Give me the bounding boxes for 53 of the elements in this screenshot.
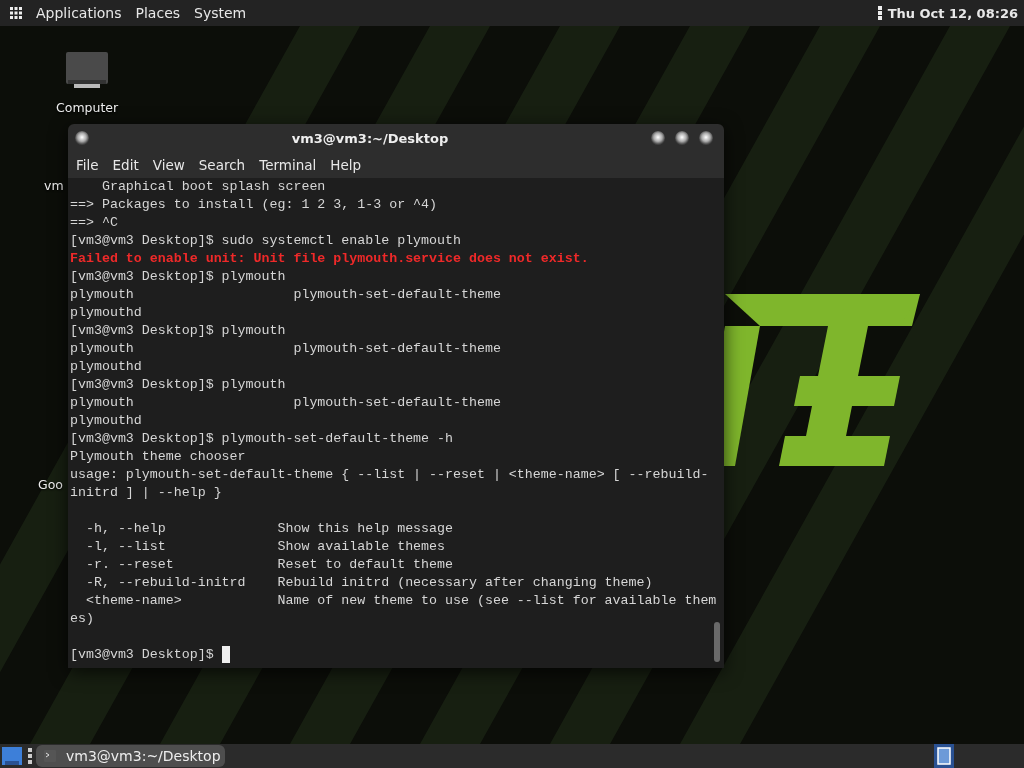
terminal-line: -R, --rebuild-initrd Rebuild initrd (necessary after changing theme): [84, 575, 653, 590]
window-button-icon[interactable]: [674, 130, 690, 146]
apps-grid-icon[interactable]: [10, 7, 22, 19]
terminal-line: [vm3@vm3 Desktop]$ plymouth: [70, 269, 286, 284]
terminal-line: [vm3@vm3 Desktop]$: [70, 647, 215, 662]
clock[interactable]: Thu Oct 12, 08:26: [887, 5, 1018, 21]
window-title: vm3@vm3:~/Desktop: [291, 130, 449, 146]
terminal-line: ==> ^C: [70, 215, 118, 230]
top-menu[interactable]: Places: [135, 5, 181, 21]
menu-item[interactable]: Terminal: [259, 157, 317, 173]
computer-icon[interactable]: [66, 52, 109, 90]
terminal-line: Plymouth theme chooser: [70, 449, 246, 464]
terminal-line: [vm3@vm3 Desktop]$ sudo systemctl enable plymouth: [70, 233, 461, 248]
top-menu[interactable]: System: [194, 5, 247, 21]
menu-item[interactable]: File: [76, 157, 99, 173]
scrollbar-thumb[interactable]: [714, 622, 720, 662]
desktop-icon-label[interactable]: Goo: [38, 477, 63, 492]
terminal-line: -l, --list Show available themes: [84, 539, 446, 554]
vertical-dots-icon[interactable]: [877, 6, 882, 20]
top-menu[interactable]: Applications: [36, 5, 122, 21]
terminal-line: plymouth plymouth-set-default-theme: [70, 287, 501, 302]
window-button-icon[interactable]: [74, 130, 90, 146]
terminal-line: [vm3@vm3 Desktop]$ plymouth: [70, 377, 286, 392]
terminal-line: [vm3@vm3 Desktop]$ plymouth-set-default-theme -h: [70, 431, 453, 446]
terminal-line: <theme-name> Name of new theme to use (see --list for available them: [84, 593, 717, 608]
terminal-line: -h, --help Show this help message: [84, 521, 453, 536]
error-line: Failed to enable unit: Unit file plymouth.service does not exist.: [70, 251, 589, 266]
taskbar-task[interactable]: vm3@vm3:~/Desktop: [36, 745, 225, 767]
terminal-line: plymouth plymouth-set-default-theme: [70, 341, 501, 356]
terminal-line: plymouthd: [70, 413, 142, 428]
terminal-line: plymouth plymouth-set-default-theme: [70, 395, 501, 410]
window-button-icon[interactable]: [650, 130, 666, 146]
terminal-line: [vm3@vm3 Desktop]$ plymouth: [70, 323, 286, 338]
text-cursor: [221, 646, 230, 663]
menu-item[interactable]: Edit: [112, 157, 139, 173]
terminal-line: ==> Packages to install (eg: 1 2 3, 1-3 or ^4): [70, 197, 438, 212]
terminal-line: usage: plymouth-set-default-theme { --list | --reset | <theme-name> [ --rebuild-: [70, 467, 709, 482]
window-button-icon[interactable]: [698, 130, 714, 146]
desktop-icon-label[interactable]: Computer: [56, 100, 119, 115]
workspace-switcher[interactable]: [934, 744, 954, 768]
terminal-line: plymouthd: [70, 359, 142, 374]
terminal-line: es): [70, 611, 94, 626]
terminal-line: plymouthd: [70, 305, 142, 320]
desktop-icon-label[interactable]: vm: [44, 178, 64, 193]
terminal-line: Graphical boot splash screen: [100, 179, 326, 194]
terminal-line: initrd ] | --help }: [70, 485, 222, 500]
vertical-dots-icon: [28, 748, 32, 764]
menu-item[interactable]: Search: [198, 157, 246, 173]
terminal-line: -r. --reset Reset to default theme: [84, 557, 453, 572]
terminal-icon: [44, 750, 56, 762]
menu-item[interactable]: View: [152, 157, 185, 173]
menu-item[interactable]: Help: [330, 157, 362, 173]
show-desktop-icon[interactable]: [2, 746, 24, 766]
